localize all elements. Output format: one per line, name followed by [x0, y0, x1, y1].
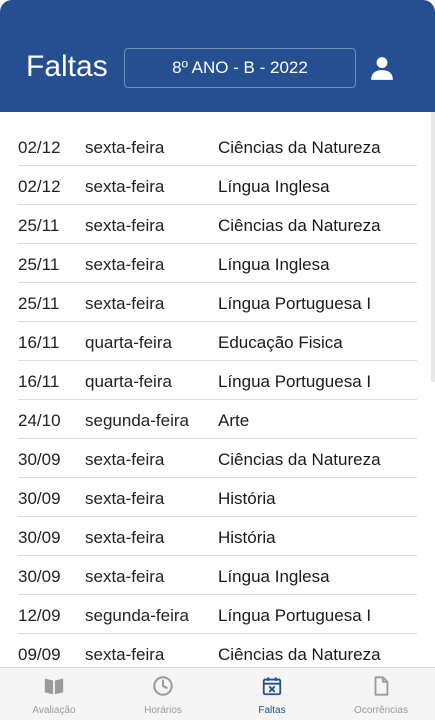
nav-label-avaliacao: Avaliação: [32, 705, 76, 716]
book-icon: [44, 678, 64, 695]
list-item[interactable]: 02/12 sexta-feira Língua Inglesa: [18, 166, 417, 205]
bottom-navigation: Avaliação Horários Faltas Ocorrências: [0, 667, 435, 720]
absence-date: 30/09: [18, 489, 61, 508]
absence-date: 30/09: [18, 567, 61, 586]
absence-weekday: sexta-feira: [85, 294, 165, 313]
absence-date: 02/12: [18, 177, 61, 196]
list-item[interactable]: 25/11 sexta-feira Língua Portuguesa I: [18, 283, 417, 322]
absence-weekday: segunda-feira: [85, 411, 189, 430]
list-item[interactable]: 09/09 sexta-feira Ciências da Natureza: [18, 634, 417, 667]
class-selector[interactable]: 8º ANO - B - 2022: [124, 48, 356, 88]
app-header: Faltas 8º ANO - B - 2022: [0, 0, 435, 112]
absence-list: 02/12 sexta-feira Ciências da Natureza 02/1…: [0, 112, 435, 667]
absence-subject: Ciências da Natureza: [218, 450, 381, 469]
nav-item-horarios[interactable]: Horários: [109, 668, 217, 720]
absence-weekday: sexta-feira: [85, 489, 165, 508]
absence-date: 16/11: [18, 372, 60, 391]
calendar-x-icon: [262, 677, 282, 696]
list-item[interactable]: 16/11 quarta-feira Língua Portuguesa I: [18, 361, 417, 400]
absence-subject: Ciências da Natureza: [218, 645, 381, 664]
list-item[interactable]: 30/09 sexta-feira Ciências da Natureza: [18, 439, 417, 478]
absence-weekday: sexta-feira: [85, 567, 165, 586]
absence-weekday: sexta-feira: [85, 528, 165, 547]
absence-date: 24/10: [18, 411, 61, 430]
list-item[interactable]: 30/09 sexta-feira Língua Inglesa: [18, 556, 417, 595]
absence-subject: Ciências da Natureza: [218, 216, 381, 235]
nav-item-ocorrencias[interactable]: Ocorrências: [327, 668, 435, 720]
absence-weekday: sexta-feira: [85, 450, 165, 469]
absence-weekday: sexta-feira: [85, 255, 165, 274]
absence-weekday: sexta-feira: [85, 177, 165, 196]
absence-subject: Língua Inglesa: [218, 255, 330, 274]
absence-subject: Língua Portuguesa I: [218, 294, 372, 313]
app-screen: Faltas 8º ANO - B - 2022 02/12 sexta-feir…: [0, 0, 435, 720]
absence-subject: História: [218, 489, 276, 508]
list-item[interactable]: 24/10 segunda-feira Arte: [18, 400, 417, 439]
absence-date: 09/09: [18, 645, 61, 664]
absence-subject: Língua Portuguesa I: [218, 606, 372, 625]
nav-label-ocorrencias: Ocorrências: [354, 705, 408, 716]
list-item[interactable]: 25/11 sexta-feira Língua Inglesa: [18, 244, 417, 283]
list-item[interactable]: 30/09 sexta-feira História: [18, 478, 417, 517]
absence-date: 16/11: [18, 333, 60, 352]
absence-date: 12/09: [18, 606, 61, 625]
absence-date: 02/12: [18, 138, 61, 157]
absence-weekday: segunda-feira: [85, 606, 189, 625]
nav-item-faltas[interactable]: Faltas: [218, 668, 326, 720]
absence-subject: Ciências da Natureza: [218, 138, 381, 157]
nav-label-horarios: Horários: [144, 705, 182, 716]
person-icon[interactable]: [369, 55, 395, 81]
absence-weekday: quarta-feira: [85, 333, 172, 352]
clock-icon: [153, 676, 173, 696]
absence-date: 30/09: [18, 528, 61, 547]
absence-subject: Língua Portuguesa I: [218, 372, 372, 391]
absence-weekday: quarta-feira: [85, 372, 172, 391]
absence-date: 30/09: [18, 450, 61, 469]
absence-date: 25/11: [18, 255, 60, 274]
absence-weekday: sexta-feira: [85, 138, 165, 157]
absence-subject: Educação Fisica: [218, 333, 343, 352]
list-item[interactable]: 30/09 sexta-feira História: [18, 517, 417, 556]
list-item[interactable]: 16/11 quarta-feira Educação Fisica: [18, 322, 417, 361]
document-icon: [374, 676, 389, 696]
list-item[interactable]: 12/09 segunda-feira Língua Portuguesa I: [18, 595, 417, 634]
scrollbar[interactable]: [431, 112, 435, 382]
nav-label-faltas: Faltas: [258, 705, 286, 716]
absence-subject: Língua Inglesa: [218, 567, 330, 586]
absence-subject: História: [218, 528, 276, 547]
nav-item-avaliacao[interactable]: Avaliação: [0, 668, 108, 720]
list-item[interactable]: 02/12 sexta-feira Ciências da Natureza: [18, 127, 417, 166]
absence-weekday: sexta-feira: [85, 645, 165, 664]
absence-date: 25/11: [18, 216, 60, 235]
absence-weekday: sexta-feira: [85, 216, 165, 235]
absence-date: 25/11: [18, 294, 60, 313]
list-item[interactable]: 25/11 sexta-feira Ciências da Natureza: [18, 205, 417, 244]
page-title: Faltas: [26, 50, 108, 83]
absence-subject: Arte: [218, 411, 250, 430]
absence-subject: Língua Inglesa: [218, 177, 330, 196]
